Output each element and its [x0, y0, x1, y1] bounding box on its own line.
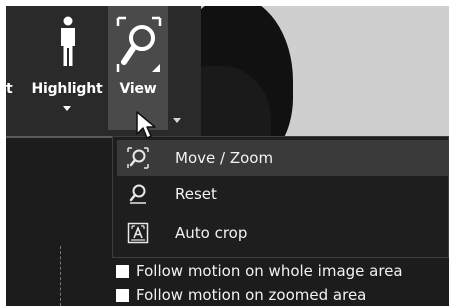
toolbar-partial-button[interactable]: t: [6, 6, 20, 130]
toolbar-partial-label: t: [6, 81, 13, 97]
camera-image-view[interactable]: [201, 6, 449, 146]
view-label: View: [119, 81, 157, 97]
highlight-button[interactable]: Highlight: [22, 6, 112, 130]
highlight-label: Highlight: [31, 81, 103, 97]
toolbar: t Highlight View: [6, 6, 201, 136]
view-dropdown-button[interactable]: [170, 114, 184, 128]
menu-item-move-zoom[interactable]: Move / Zoom: [117, 140, 448, 176]
auto-crop-icon: [127, 222, 149, 244]
dashed-guide: [60, 246, 61, 306]
menu-item-label: Move / Zoom: [175, 149, 274, 167]
menu-item-label: Reset: [175, 185, 217, 203]
magnifier-reset-icon: [129, 184, 146, 204]
checkbox[interactable]: [116, 289, 129, 302]
menu-item-reset[interactable]: Reset: [117, 176, 448, 212]
checkbox[interactable]: [116, 265, 129, 278]
app-frame: t Highlight View Move / Zoom Reset Auto …: [6, 6, 449, 306]
person-icon: [61, 16, 75, 66]
checkbox-label: Follow motion on whole image area: [136, 262, 403, 280]
highlight-dropdown-icon: [63, 106, 71, 111]
magnifier-icon: [116, 16, 162, 72]
menu-item-auto-crop[interactable]: Auto crop: [117, 215, 448, 251]
magnifier-move-icon: [127, 147, 149, 169]
mouse-cursor-icon: [136, 111, 156, 139]
view-menu: Move / Zoom Reset Auto crop: [112, 136, 449, 258]
view-dropdown-icon: [173, 118, 181, 123]
menu-item-label: Auto crop: [175, 224, 248, 242]
checkbox-label: Follow motion on zoomed area: [136, 286, 367, 304]
